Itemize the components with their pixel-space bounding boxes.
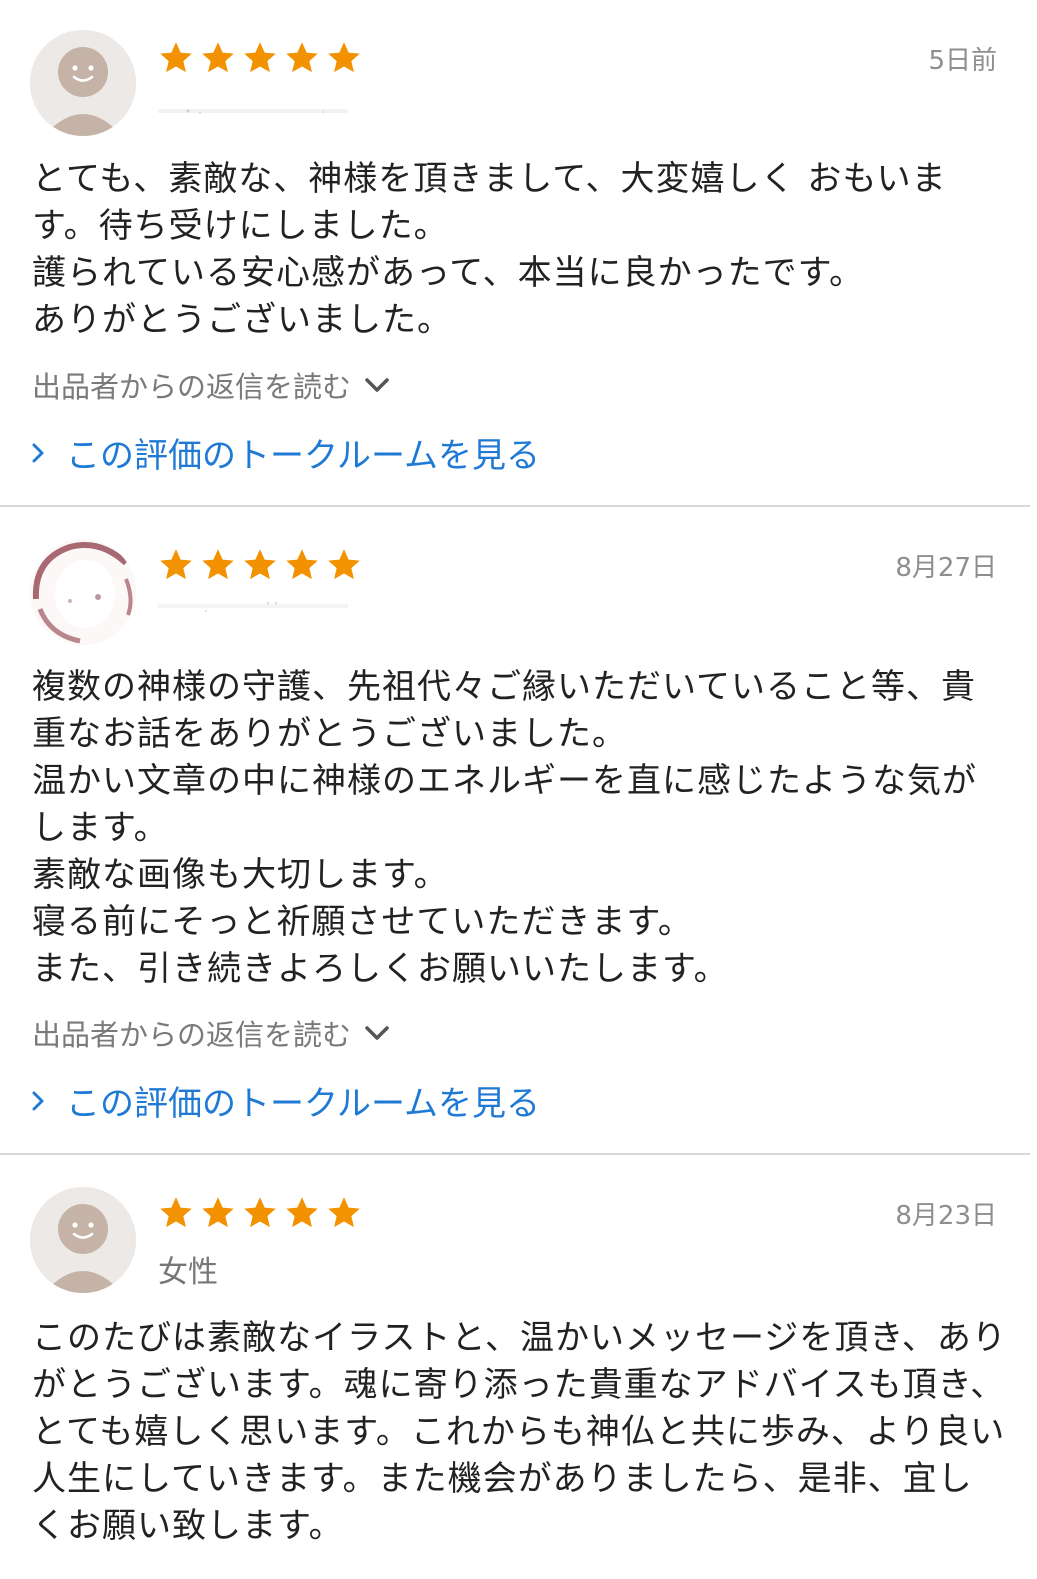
chevron-right-icon	[32, 443, 44, 462]
username-redacted	[158, 602, 348, 612]
star-icon	[286, 42, 318, 73]
avatar	[30, 1187, 136, 1293]
review-date: 8月23日	[895, 1201, 997, 1231]
review-body: 複数の神様の守護、先祖代々ご縁いただいていること等、貴重なお話をありがとうござい…	[32, 667, 977, 989]
read-seller-reply-button[interactable]: 出品者からの返信を読む	[32, 1012, 391, 1054]
talkroom-label: この評価のトークルームを見る	[66, 1084, 540, 1124]
chevron-right-icon	[32, 1091, 44, 1110]
view-talkroom-link[interactable]: この評価のトークルームを見る	[30, 1076, 540, 1125]
chevron-down-icon	[365, 378, 389, 392]
star-icon	[244, 549, 276, 580]
chevron-down-icon	[365, 1026, 389, 1040]
avatar	[30, 30, 136, 136]
star-rating	[158, 40, 362, 76]
avatar	[30, 539, 136, 645]
review-card: 5日前 とても、素敵な、神様を頂きまして、大変嬉しく おもいます。待ち受けにしま…	[0, 0, 1030, 505]
default-avatar-icon	[30, 30, 136, 136]
review-date: 5日前	[928, 46, 997, 76]
default-avatar-icon	[30, 1187, 136, 1293]
review-card: 8月23日 女性 このたびは素敵なイラストと、温かいメッセージを頂き、ありがとう…	[0, 1155, 1030, 1579]
star-icon	[286, 1197, 318, 1228]
star-icon	[202, 42, 234, 73]
review-body: とても、素敵な、神様を頂きまして、大変嬉しく おもいます。待ち受けにしました。 …	[32, 159, 947, 340]
username-redacted	[158, 109, 348, 114]
review-card: 8月27日 複数の神様の守護、先祖代々ご縁いただいていること等、貴重なお話をあり…	[0, 507, 1030, 1153]
star-icon	[202, 549, 234, 580]
view-talkroom-link[interactable]: この評価のトークルームを見る	[30, 428, 540, 477]
star-icon	[286, 549, 318, 580]
reply-label: 出品者からの返信を読む	[32, 370, 352, 404]
star-icon	[160, 549, 192, 580]
star-icon	[328, 1197, 360, 1228]
review-date: 8月27日	[895, 553, 997, 583]
avatar-photo	[30, 539, 136, 645]
star-icon	[328, 549, 360, 580]
star-icon	[202, 1197, 234, 1228]
star-icon	[160, 42, 192, 73]
star-icon	[328, 42, 360, 73]
star-rating	[158, 547, 362, 583]
star-icon	[160, 1197, 192, 1228]
reviewer-name: 女性	[158, 1255, 218, 1290]
star-icon	[244, 42, 276, 73]
reply-label: 出品者からの返信を読む	[32, 1018, 352, 1052]
review-body: このたびは素敵なイラストと、温かいメッセージを頂き、ありがとうございます。魂に寄…	[32, 1318, 1007, 1546]
star-rating	[158, 1195, 362, 1231]
talkroom-label: この評価のトークルームを見る	[66, 436, 540, 476]
read-seller-reply-button[interactable]: 出品者からの返信を読む	[32, 364, 391, 406]
star-icon	[244, 1197, 276, 1228]
